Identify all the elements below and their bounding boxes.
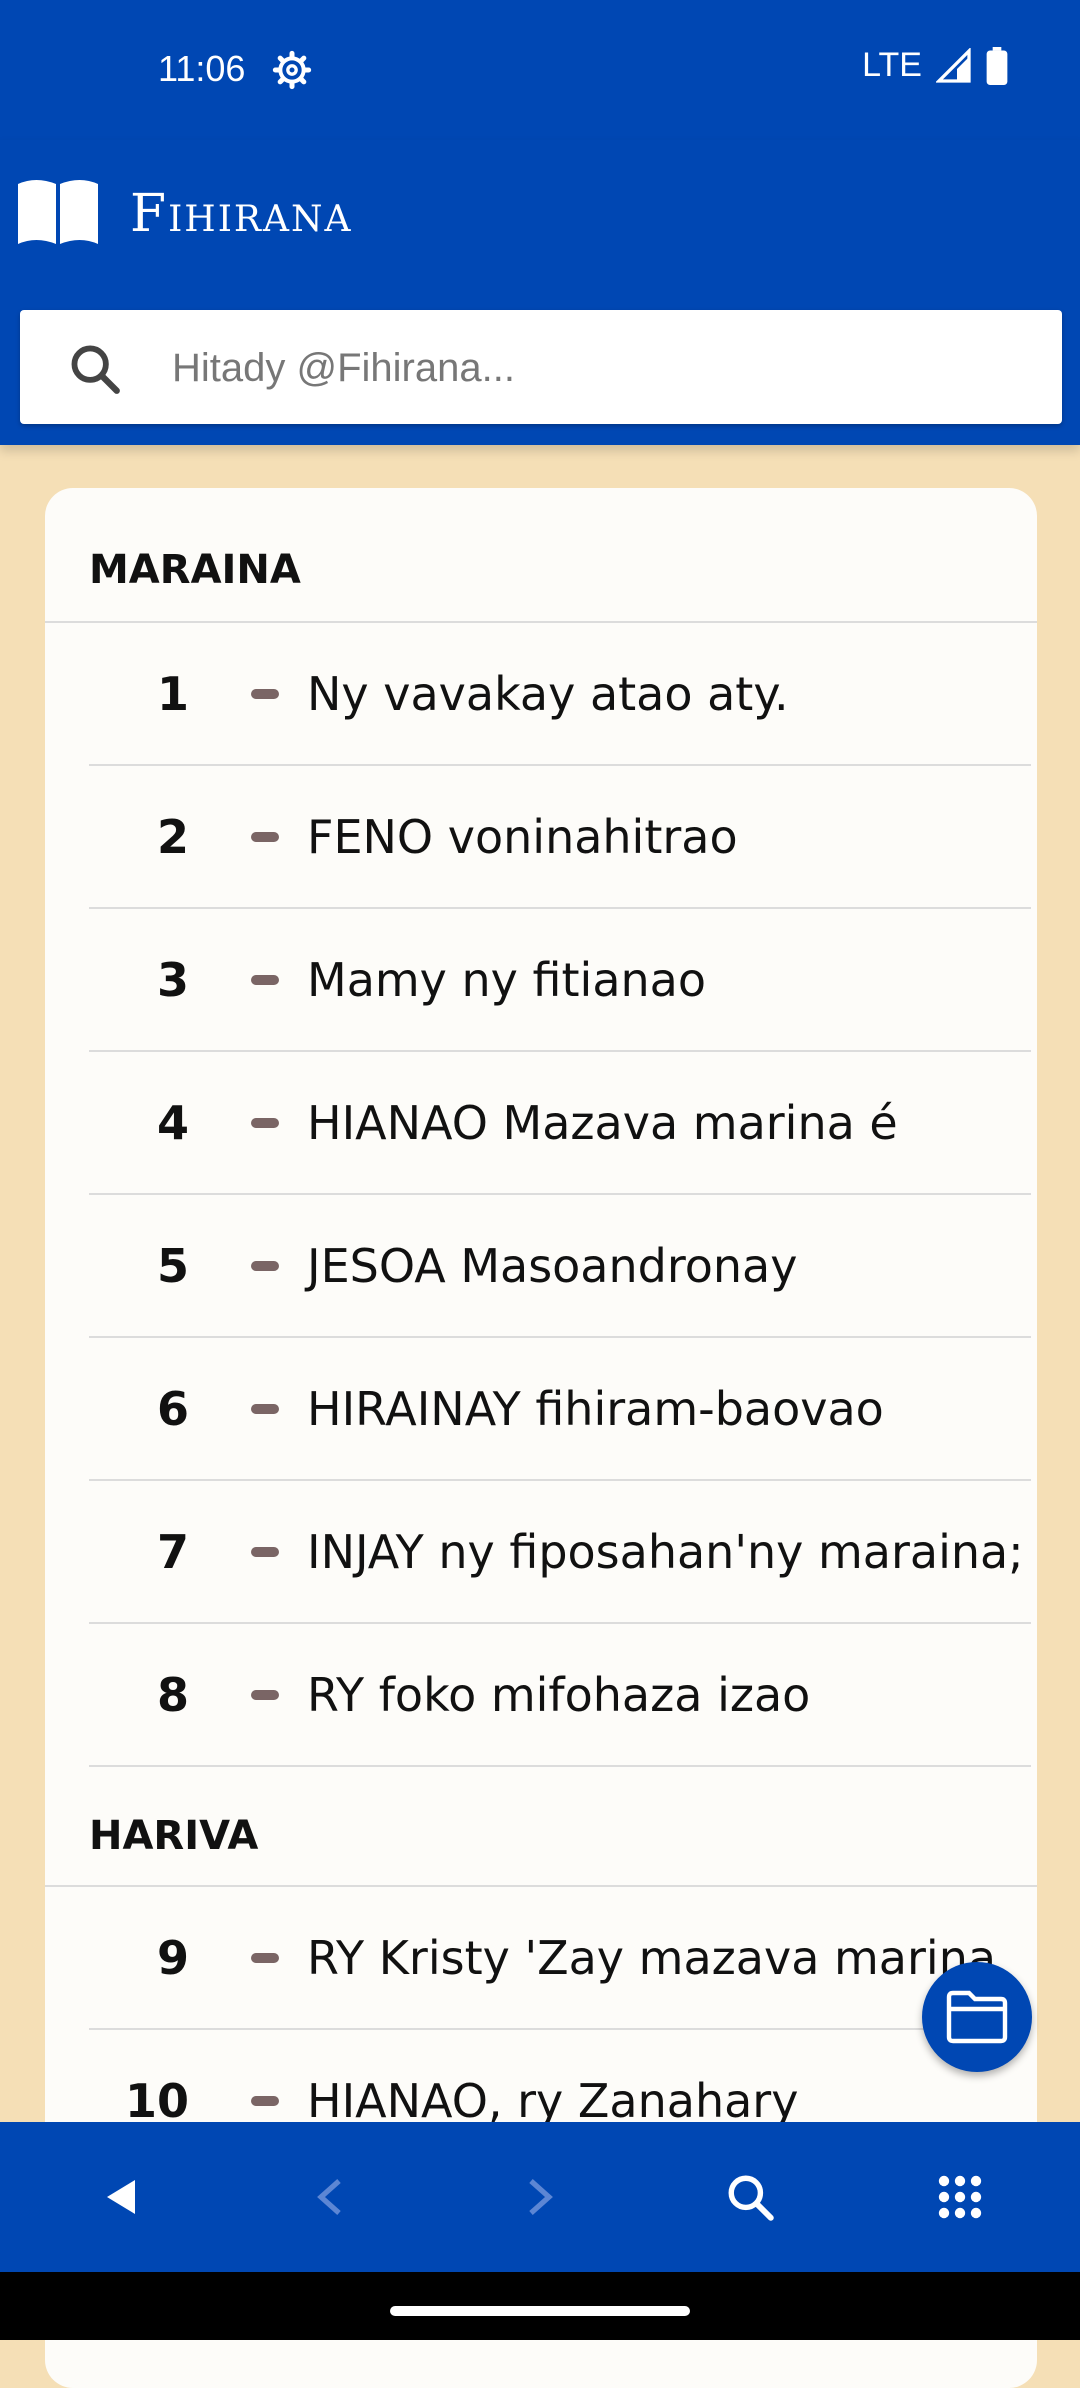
back-triangle-icon bbox=[107, 2180, 135, 2214]
bottom-navigation bbox=[0, 2122, 1080, 2272]
network-label: LTE bbox=[862, 46, 922, 84]
search-icon bbox=[71, 345, 120, 394]
song-title: HIANAO, ry Zanahary bbox=[307, 2073, 799, 2128]
dash-separator bbox=[251, 831, 279, 842]
search-box[interactable] bbox=[20, 310, 1062, 424]
open-book-icon bbox=[18, 180, 98, 244]
song-row[interactable]: 6 HIRAINAY fihiram-baovao bbox=[89, 1338, 1031, 1481]
app-title: Fihirana bbox=[130, 184, 353, 244]
grid-menu-button[interactable] bbox=[930, 2167, 990, 2227]
back-button[interactable] bbox=[90, 2167, 150, 2227]
dash-separator bbox=[251, 1689, 279, 1700]
app-header: Fihirana bbox=[0, 140, 1080, 445]
song-title: FENO voninahitrao bbox=[307, 809, 738, 864]
song-row[interactable]: 8 RY foko mifohaza izao bbox=[89, 1624, 1031, 1767]
dash-separator bbox=[251, 1260, 279, 1271]
folder-fab-button[interactable] bbox=[922, 1962, 1032, 2072]
chevron-right-icon bbox=[529, 2179, 553, 2215]
song-number: 7 bbox=[156, 1524, 189, 1579]
song-row[interactable]: 5 JESOA Masoandronay bbox=[89, 1195, 1031, 1338]
song-title: JESOA Masoandronay bbox=[307, 1238, 798, 1293]
search-nav-button[interactable] bbox=[720, 2167, 780, 2227]
song-row[interactable]: 4 HIANAO Mazava marina é bbox=[89, 1052, 1031, 1195]
search-input[interactable] bbox=[170, 330, 1034, 406]
dash-separator bbox=[251, 974, 279, 985]
song-number: 9 bbox=[156, 1930, 189, 1985]
folder-icon bbox=[946, 1990, 1008, 2044]
song-title: HIRAINAY fihiram-baovao bbox=[307, 1381, 884, 1436]
song-title: RY foko mifohaza izao bbox=[307, 1667, 811, 1722]
song-number: 4 bbox=[156, 1095, 189, 1150]
grid-icon bbox=[938, 2175, 982, 2219]
song-row[interactable]: 3 Mamy ny fitianao bbox=[89, 909, 1031, 1052]
song-row[interactable]: 1 Ny vavakay atao aty. bbox=[89, 623, 1031, 766]
song-row[interactable]: 7 INJAY ny fiposahan'ny maraina; bbox=[89, 1481, 1031, 1624]
next-button[interactable] bbox=[510, 2167, 570, 2227]
song-list-card[interactable]: MARAINA 1 Ny vavakay atao aty. 2 FENO vo… bbox=[45, 488, 1037, 2388]
song-number: 2 bbox=[156, 809, 189, 864]
song-number: 6 bbox=[156, 1381, 189, 1436]
song-number: 1 bbox=[156, 666, 189, 721]
previous-button[interactable] bbox=[300, 2167, 360, 2227]
status-indicators: LTE bbox=[862, 46, 1008, 85]
song-row[interactable]: 9 RY Kristy 'Zay mazava marina bbox=[89, 1887, 1031, 2030]
song-title: Mamy ny fitianao bbox=[307, 952, 706, 1007]
song-title: HIANAO Mazava marina é bbox=[307, 1095, 898, 1150]
song-title: RY Kristy 'Zay mazava marina bbox=[307, 1930, 997, 1985]
song-row[interactable]: 2 FENO voninahitrao bbox=[89, 766, 1031, 909]
search-icon bbox=[728, 2175, 774, 2221]
dash-separator bbox=[251, 1403, 279, 1414]
chevron-left-icon bbox=[317, 2179, 341, 2215]
song-title: Ny vavakay atao aty. bbox=[307, 666, 789, 721]
dash-separator bbox=[251, 2095, 279, 2106]
song-title: INJAY ny fiposahan'ny maraina; bbox=[307, 1524, 1024, 1579]
gesture-bar-area bbox=[0, 2272, 1080, 2340]
home-gesture-pill[interactable] bbox=[390, 2306, 690, 2316]
section-header-maraina: MARAINA bbox=[45, 488, 1037, 623]
song-number: 3 bbox=[156, 952, 189, 1007]
battery-icon bbox=[986, 46, 1008, 85]
signal-icon bbox=[936, 47, 971, 83]
song-number: 10 bbox=[124, 2073, 189, 2128]
song-number: 5 bbox=[156, 1238, 189, 1293]
status-time: 11:06 bbox=[158, 48, 246, 89]
dash-separator bbox=[251, 1546, 279, 1557]
dash-separator bbox=[251, 1117, 279, 1128]
section-header-hariva: HARIVA bbox=[45, 1767, 1037, 1887]
song-number: 8 bbox=[156, 1667, 189, 1722]
dash-separator bbox=[251, 688, 279, 699]
dash-separator bbox=[251, 1952, 279, 1963]
status-bar: 11:06 LTE bbox=[0, 0, 1080, 140]
settings-gear-icon bbox=[272, 50, 312, 90]
